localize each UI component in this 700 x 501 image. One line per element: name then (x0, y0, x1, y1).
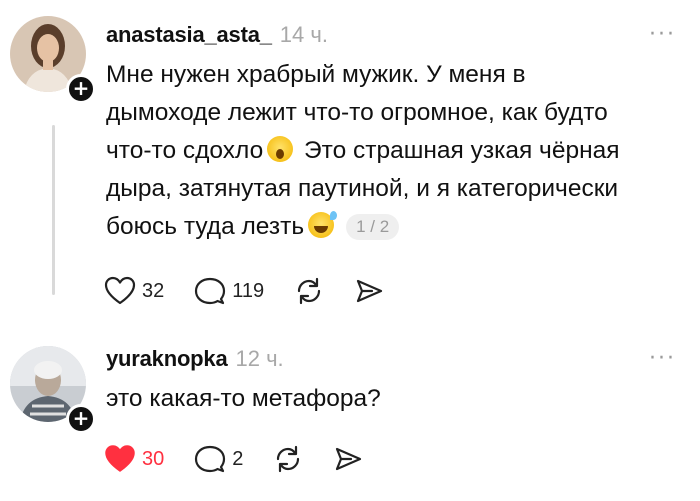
post-text-line: что-то сдохло Это страшная узкая чёрная (106, 136, 620, 164)
post-text-line: боюсь туда лезть 1 / 2 (106, 208, 620, 246)
post-text-line: Мне нужен храбрый мужик. У меня в (106, 61, 526, 88)
thread-post: + anastasia_asta_ 14 ч. ··· Мне нужен хра… (0, 0, 700, 320)
post-header: yuraknopka 12 ч. (106, 346, 284, 372)
comment-count: 2 (232, 447, 244, 470)
post-text: Мне нужен храбрый мужик. У меня в дымохо… (106, 56, 620, 246)
username[interactable]: anastasia_asta_ (106, 22, 272, 47)
send-icon (336, 447, 362, 471)
repost-button[interactable] (273, 444, 303, 474)
post-text-line: это какая-то метафора? (106, 385, 381, 412)
post-text: это какая-то метафора? (106, 380, 381, 418)
ellipsis-icon[interactable]: ··· (649, 22, 676, 47)
heart-filled-icon (105, 445, 135, 472)
post-actions: 32 119 (104, 276, 414, 306)
comment-count: 119 (232, 279, 265, 302)
repost-button[interactable] (294, 276, 324, 306)
comment-bubble-icon (195, 277, 226, 305)
post-text-line: дымоходе лежит что-то огромное, как будт… (106, 99, 608, 126)
post-text-line: дыра, затянутая паутиной, и я категориче… (106, 175, 619, 202)
thread-post: + yuraknopka 12 ч. ··· это какая-то метаф… (0, 330, 700, 501)
username[interactable]: yuraknopka (106, 346, 228, 371)
repost-icon (298, 277, 321, 305)
post-time: 12 ч. (235, 346, 284, 371)
ellipsis-icon[interactable]: ··· (649, 346, 676, 371)
like-count: 30 (142, 447, 165, 470)
comment-button[interactable]: 2 (194, 444, 243, 474)
like-count: 32 (142, 279, 165, 302)
thread-connector-line (52, 125, 55, 295)
comment-bubble-icon (195, 445, 226, 473)
follow-plus-button[interactable]: + (66, 404, 96, 434)
repost-icon (277, 445, 300, 473)
heart-icon (104, 276, 136, 305)
grinning-sweat-emoji-icon (308, 211, 338, 238)
share-button[interactable] (333, 444, 363, 474)
post-header: anastasia_asta_ 14 ч. (106, 22, 328, 48)
follow-plus-button[interactable]: + (66, 74, 96, 104)
post-time: 14 ч. (279, 22, 328, 47)
avatar[interactable]: + (10, 16, 96, 104)
translation-pager[interactable]: 1 / 2 (346, 214, 400, 240)
share-button[interactable] (354, 276, 384, 306)
avatar[interactable]: + (10, 346, 96, 434)
comment-button[interactable]: 119 (194, 276, 264, 306)
like-button[interactable]: 32 (104, 276, 164, 306)
post-actions: 30 2 (104, 444, 393, 474)
screaming-face-emoji-icon (267, 136, 294, 162)
send-icon (357, 279, 383, 303)
like-button[interactable]: 30 (104, 444, 164, 474)
